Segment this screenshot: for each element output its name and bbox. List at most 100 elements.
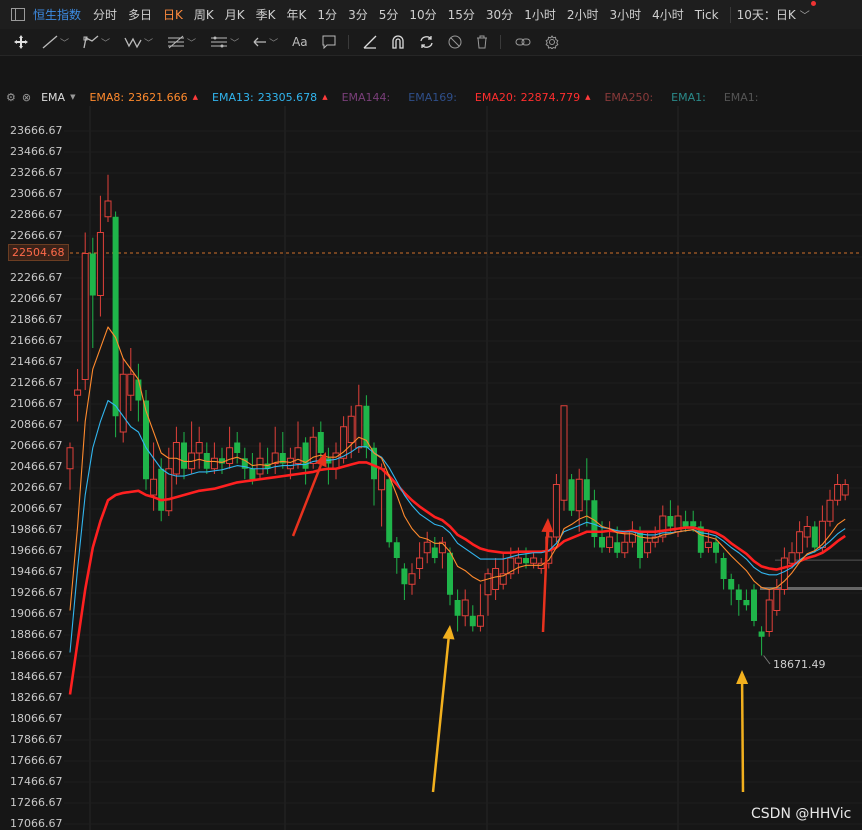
comment-icon[interactable] [322,35,336,49]
range-select-label: 10天：日K [736,8,796,22]
sidebar-toggle-icon[interactable] [11,8,25,21]
index-name[interactable]: 恒生指数 [33,6,81,23]
tab-timeframe-3[interactable]: 周K [194,6,214,23]
tab-timeframe-17[interactable]: Tick [695,8,719,22]
tab-timeframe-14[interactable]: 2小时 [567,6,599,23]
ema-item-5[interactable]: EMA250: [604,91,657,104]
candlestick-chart[interactable] [0,56,862,830]
link-icon[interactable] [515,35,531,49]
undo-icon[interactable]: ﹀ [253,35,278,49]
tab-timeframe-15[interactable]: 3小时 [609,6,641,23]
candle-body-up [347,415,355,444]
candle-body-down [728,579,735,590]
ema-item-4[interactable]: EMA20: 22874.779 ▲ [475,91,591,104]
candle-body-up [309,436,317,465]
candle-body-down [682,521,689,527]
delete-icon[interactable] [476,35,488,49]
candle-body-up [119,373,127,433]
red-arrow-icon-shaft [541,531,549,633]
tab-timeframe-5[interactable]: 季K [256,6,276,23]
tab-timeframe-0[interactable]: 分时 [93,6,117,23]
y-axis-label: 19666.67 [10,544,63,557]
close-icon[interactable]: ⊗ [22,91,31,104]
move-icon[interactable] [14,35,28,49]
ema8-line [69,326,846,611]
candle-body-up [127,373,135,396]
tab-timeframe-8[interactable]: 3分 [348,6,368,23]
tab-timeframe-11[interactable]: 15分 [448,6,475,23]
candle-body-down [234,442,241,454]
tab-timeframe-10[interactable]: 10分 [409,6,436,23]
candle-body-up [210,457,218,470]
path-icon[interactable]: ﹀ [83,35,110,49]
y-axis-label: 19866.67 [10,523,63,536]
y-axis-label: 17066.67 [10,817,63,830]
chevron-down-icon: ﹀ [269,38,279,49]
red-arrow-icon-head [541,518,554,533]
measure-icon[interactable] [363,35,377,49]
yellow-arrow-icon-head [442,625,455,640]
magnet-icon[interactable] [391,35,405,49]
tab-timeframe-6[interactable]: 年K [287,6,307,23]
text-icon[interactable]: Aa [292,35,308,49]
wave-icon[interactable]: ﹀ [124,35,153,49]
y-axis-label: 17666.67 [10,754,63,767]
candle-body-down [89,253,96,296]
candle-body-up [226,447,234,465]
chart-canvas[interactable] [0,56,862,830]
candle-body-up [294,447,302,465]
candle-body-down [751,589,757,622]
ema-item-0[interactable]: EMA8: 23621.666 ▲ [89,91,198,104]
line-icon[interactable]: ﹀ [42,35,69,49]
tab-timeframe-13[interactable]: 1小时 [524,6,556,23]
candle-body-down [158,468,165,511]
candle-body-up [461,599,469,617]
ema-item-6[interactable]: EMA1: [671,91,710,104]
chevron-down-icon: ﹀ [799,11,810,22]
candle-body-up [256,457,264,475]
tab-timeframe-2[interactable]: 日K [163,6,183,23]
tab-timeframe-16[interactable]: 4小时 [652,6,684,23]
ema-item-name: EMA144: [341,90,391,104]
ema-item-7[interactable]: EMA1: [724,91,763,104]
ema-item-1[interactable]: EMA13: 23305.678 ▲ [212,91,328,104]
y-axis-label: 18066.67 [10,712,63,725]
ema-item-name: EMA13: [212,90,254,104]
notification-dot [810,1,816,6]
range-select[interactable]: 10天：日K ﹀ [736,1,816,23]
sync-icon[interactable] [419,35,434,49]
timeframe-bar: 恒生指数 分时 多日 日K 周K 月K 季K 年K 1分 3分 5分 10分 1… [0,0,862,30]
candle-body-up [74,389,82,396]
y-axis-label: 22266.67 [10,271,63,284]
ema-indicator-label[interactable]: EMA ▼ [41,91,75,104]
candle-body-up [286,457,294,470]
tab-timeframe-12[interactable]: 30分 [486,6,513,23]
tab-timeframe-4[interactable]: 月K [225,6,245,23]
hide-icon[interactable] [448,35,462,49]
y-axis-label: 18266.67 [10,691,63,704]
candle-body-down [599,537,605,548]
up-arrow-icon: ▲ [322,93,328,101]
candle-body-down [386,479,393,543]
tab-timeframe-7[interactable]: 1分 [317,6,337,23]
settings-icon[interactable] [545,35,559,49]
tab-timeframe-1[interactable]: 多日 [128,6,152,23]
channel-icon[interactable]: ﹀ [210,35,239,49]
ema-item-3[interactable]: EMA169: [408,91,461,104]
ema-item-value: 23621.666 [128,90,188,104]
chevron-down-icon: ﹀ [144,38,154,49]
y-axis-label: 23266.67 [10,166,63,179]
candle-body-down [447,552,453,595]
gear-icon[interactable]: ⚙ [6,91,16,104]
candle-body-down [431,547,438,559]
candle-body-up [575,478,583,512]
tab-timeframe-9[interactable]: 5分 [379,6,399,23]
toolbar-divider [347,35,349,49]
y-axis-label: 22666.67 [10,229,63,242]
low-label-connector [763,655,771,665]
candle-body-up [514,557,522,564]
candle-body-up [621,541,629,554]
ema-item-2[interactable]: EMA144: [342,91,395,104]
candle-body-down [614,542,621,553]
ruler-icon[interactable]: ﹀ [167,35,196,49]
